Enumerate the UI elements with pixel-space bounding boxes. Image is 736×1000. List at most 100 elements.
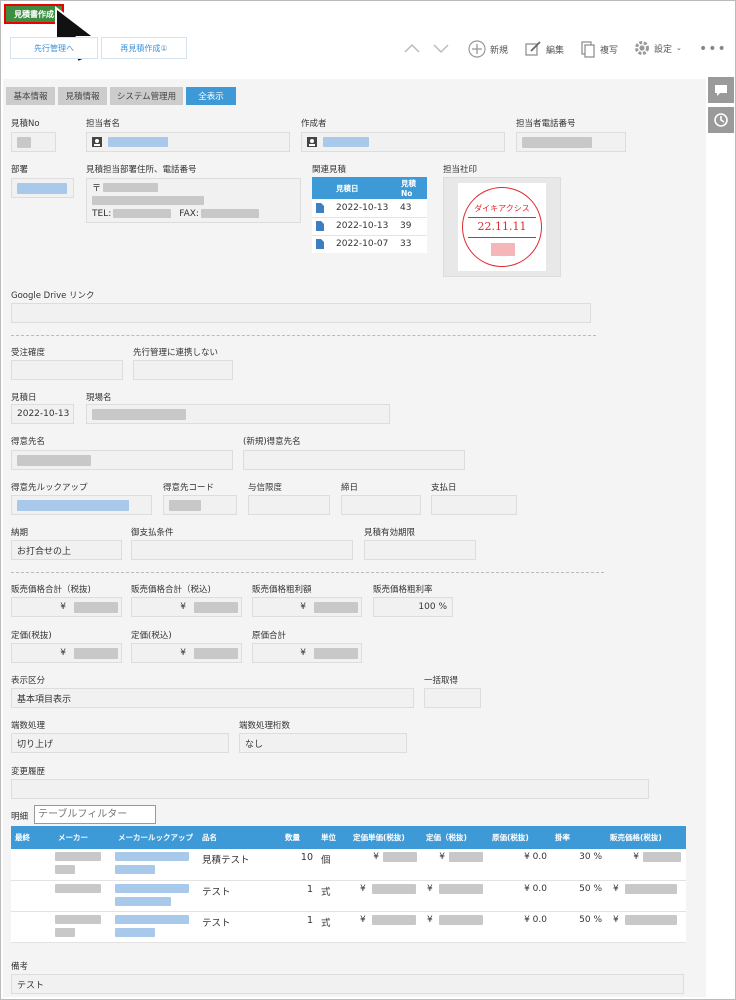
yen-mark: ¥ xyxy=(180,602,186,612)
change-history-label: 変更履歴 xyxy=(11,767,46,777)
list-ex-tax-label: 定価(税抜) xyxy=(11,631,52,641)
customer-lookup-field[interactable] xyxy=(11,495,152,515)
copy-icon xyxy=(581,41,595,58)
item-cost: ¥ 0.0 xyxy=(524,914,547,925)
yen-mark: ¥ xyxy=(300,648,306,658)
item-name: テスト xyxy=(202,917,231,929)
credit-limit-label: 与信限度 xyxy=(248,483,283,493)
yen-mark: ¥ xyxy=(373,852,379,862)
item-qty: 1 xyxy=(306,914,313,926)
item-unit: 個 xyxy=(321,855,331,866)
quote-date-label: 見積日 xyxy=(11,393,37,403)
copy-button[interactable]: 複写 xyxy=(580,40,618,58)
payment-day-field xyxy=(431,495,517,515)
seal-date-text: 22.11.11 xyxy=(477,220,527,233)
col-item-name: 品名 xyxy=(198,826,281,849)
related-no: 39 xyxy=(400,221,412,231)
yen-mark: ¥ xyxy=(60,602,66,612)
seal-name-blurred xyxy=(491,243,515,256)
recreate-quote-button[interactable]: 再見積作成① xyxy=(101,37,187,59)
order-confidence-label: 受注確度 xyxy=(11,348,46,358)
validity-field xyxy=(364,540,476,560)
table-row[interactable]: 2022-10-13 39 xyxy=(312,217,427,235)
item-unit: 式 xyxy=(321,917,331,929)
table-filter-input[interactable] xyxy=(34,805,156,824)
bulk-fetch-field xyxy=(424,688,481,708)
more-options-icon[interactable]: ••• xyxy=(699,41,727,57)
dept-label: 部署 xyxy=(11,165,29,175)
quote-no-label: 見積No xyxy=(11,119,40,129)
col-list-price: 定価（税抜) xyxy=(422,826,488,849)
history-panel-button[interactable] xyxy=(708,107,734,133)
tab-show-all[interactable]: 全表示 xyxy=(186,87,236,105)
seal-label: 担当社印 xyxy=(443,165,478,175)
site-name-field xyxy=(86,404,390,424)
table-row[interactable]: 2022-10-07 33 xyxy=(312,235,427,253)
col-qty: 数量 xyxy=(281,826,317,849)
list-in-tax-label: 定価(税込) xyxy=(131,631,172,641)
cost-total-field: ¥ xyxy=(252,643,362,663)
customer-code-label: 得意先コード xyxy=(163,483,215,493)
bulk-fetch-label: 一括取得 xyxy=(424,676,459,686)
col-unit-list-price: 定価単価(税抜) xyxy=(349,826,422,849)
credit-limit-field xyxy=(248,495,330,515)
seal-line-top xyxy=(468,217,536,218)
document-icon xyxy=(316,239,324,250)
staff-name-label: 担当者名 xyxy=(86,119,121,129)
document-icon xyxy=(316,202,324,213)
yen-mark: ¥ xyxy=(427,914,433,925)
advance-manage-button[interactable]: 先行管理へ xyxy=(10,37,98,59)
gdrive-link-label: Google Drive リンク xyxy=(11,291,95,301)
col-maker: メーカー xyxy=(54,826,114,849)
settings-button[interactable]: 設定 ⌄ xyxy=(634,40,682,56)
dept-address-field: 〒 TEL: FAX: xyxy=(86,178,301,223)
yen-mark: ¥ xyxy=(427,883,433,894)
item-cost: ¥ 0.0 xyxy=(524,883,547,894)
col-rate: 掛率 xyxy=(551,826,606,849)
dept-address-label: 見積担当部署住所、電話番号 xyxy=(86,165,197,175)
item-rate: 50 % xyxy=(579,914,602,925)
site-name-label: 現場名 xyxy=(86,393,112,403)
tab-basic-info[interactable]: 基本情報 xyxy=(6,87,55,105)
item-name: 見積テスト xyxy=(202,855,250,866)
creator-field xyxy=(301,132,505,152)
seal-frame: ダイキアクシス 22.11.11 xyxy=(443,177,561,277)
table-row[interactable]: 2022-10-13 43 xyxy=(312,199,427,217)
related-no: 33 xyxy=(400,239,412,250)
gross-profit-label: 販売価格粗利額 xyxy=(252,585,312,595)
tab-system[interactable]: システム管理用 xyxy=(110,87,183,105)
new-button[interactable]: 新規 xyxy=(468,40,508,58)
tab-quote-info[interactable]: 見積情報 xyxy=(58,87,107,105)
cost-total-label: 原価合計 xyxy=(252,631,287,641)
staff-phone-label: 担当者電話番号 xyxy=(516,119,576,129)
chevron-up-icon[interactable] xyxy=(404,42,420,54)
section-divider xyxy=(11,572,604,573)
dept-field xyxy=(11,178,74,198)
col-maker-lookup: メーカールックアップ xyxy=(114,826,198,849)
creator-label: 作成者 xyxy=(301,119,327,129)
quote-date-field: 2022-10-13 xyxy=(11,404,74,424)
delivery-label: 納期 xyxy=(11,528,29,538)
detail-header-row: 最終 メーカー メーカールックアップ 品名 数量 単位 定価単価(税抜) 定価（… xyxy=(11,826,686,849)
item-rate: 50 % xyxy=(579,883,602,894)
gdrive-link-field[interactable] xyxy=(11,303,591,323)
related-quotes-label: 関連見積 xyxy=(312,165,347,175)
new-customer-name-field xyxy=(243,450,465,470)
item-unit: 式 xyxy=(321,886,331,898)
comment-panel-button[interactable] xyxy=(708,77,734,103)
table-row[interactable]: テスト 1 式 ¥ ¥ ¥ 0.0 50 % ¥ xyxy=(11,880,686,911)
settings-caret-icon: ⌄ xyxy=(676,44,682,52)
gross-rate-label: 販売価格粗利率 xyxy=(373,585,433,595)
display-type-field: 基本項目表示 xyxy=(11,688,414,708)
related-quotes-table: 見積日 見積No 2022-10-13 43 2022-10-13 39 202… xyxy=(312,177,427,253)
table-row[interactable]: 見積テスト 10 個 ¥ ¥ ¥ 0.0 30 % ¥ xyxy=(11,849,686,880)
payment-day-label: 支払日 xyxy=(431,483,457,493)
total-in-tax-label: 販売価格合計（税込) xyxy=(131,585,211,595)
yen-mark: ¥ xyxy=(360,883,366,894)
chevron-down-icon[interactable] xyxy=(433,42,449,54)
closing-day-field xyxy=(341,495,421,515)
table-row[interactable]: テスト 1 式 ¥ ¥ ¥ 0.0 50 % ¥ xyxy=(11,911,686,942)
edit-button[interactable]: 編集 xyxy=(524,40,564,58)
item-rate: 30 % xyxy=(579,852,602,862)
related-date: 2022-10-13 xyxy=(336,202,389,213)
